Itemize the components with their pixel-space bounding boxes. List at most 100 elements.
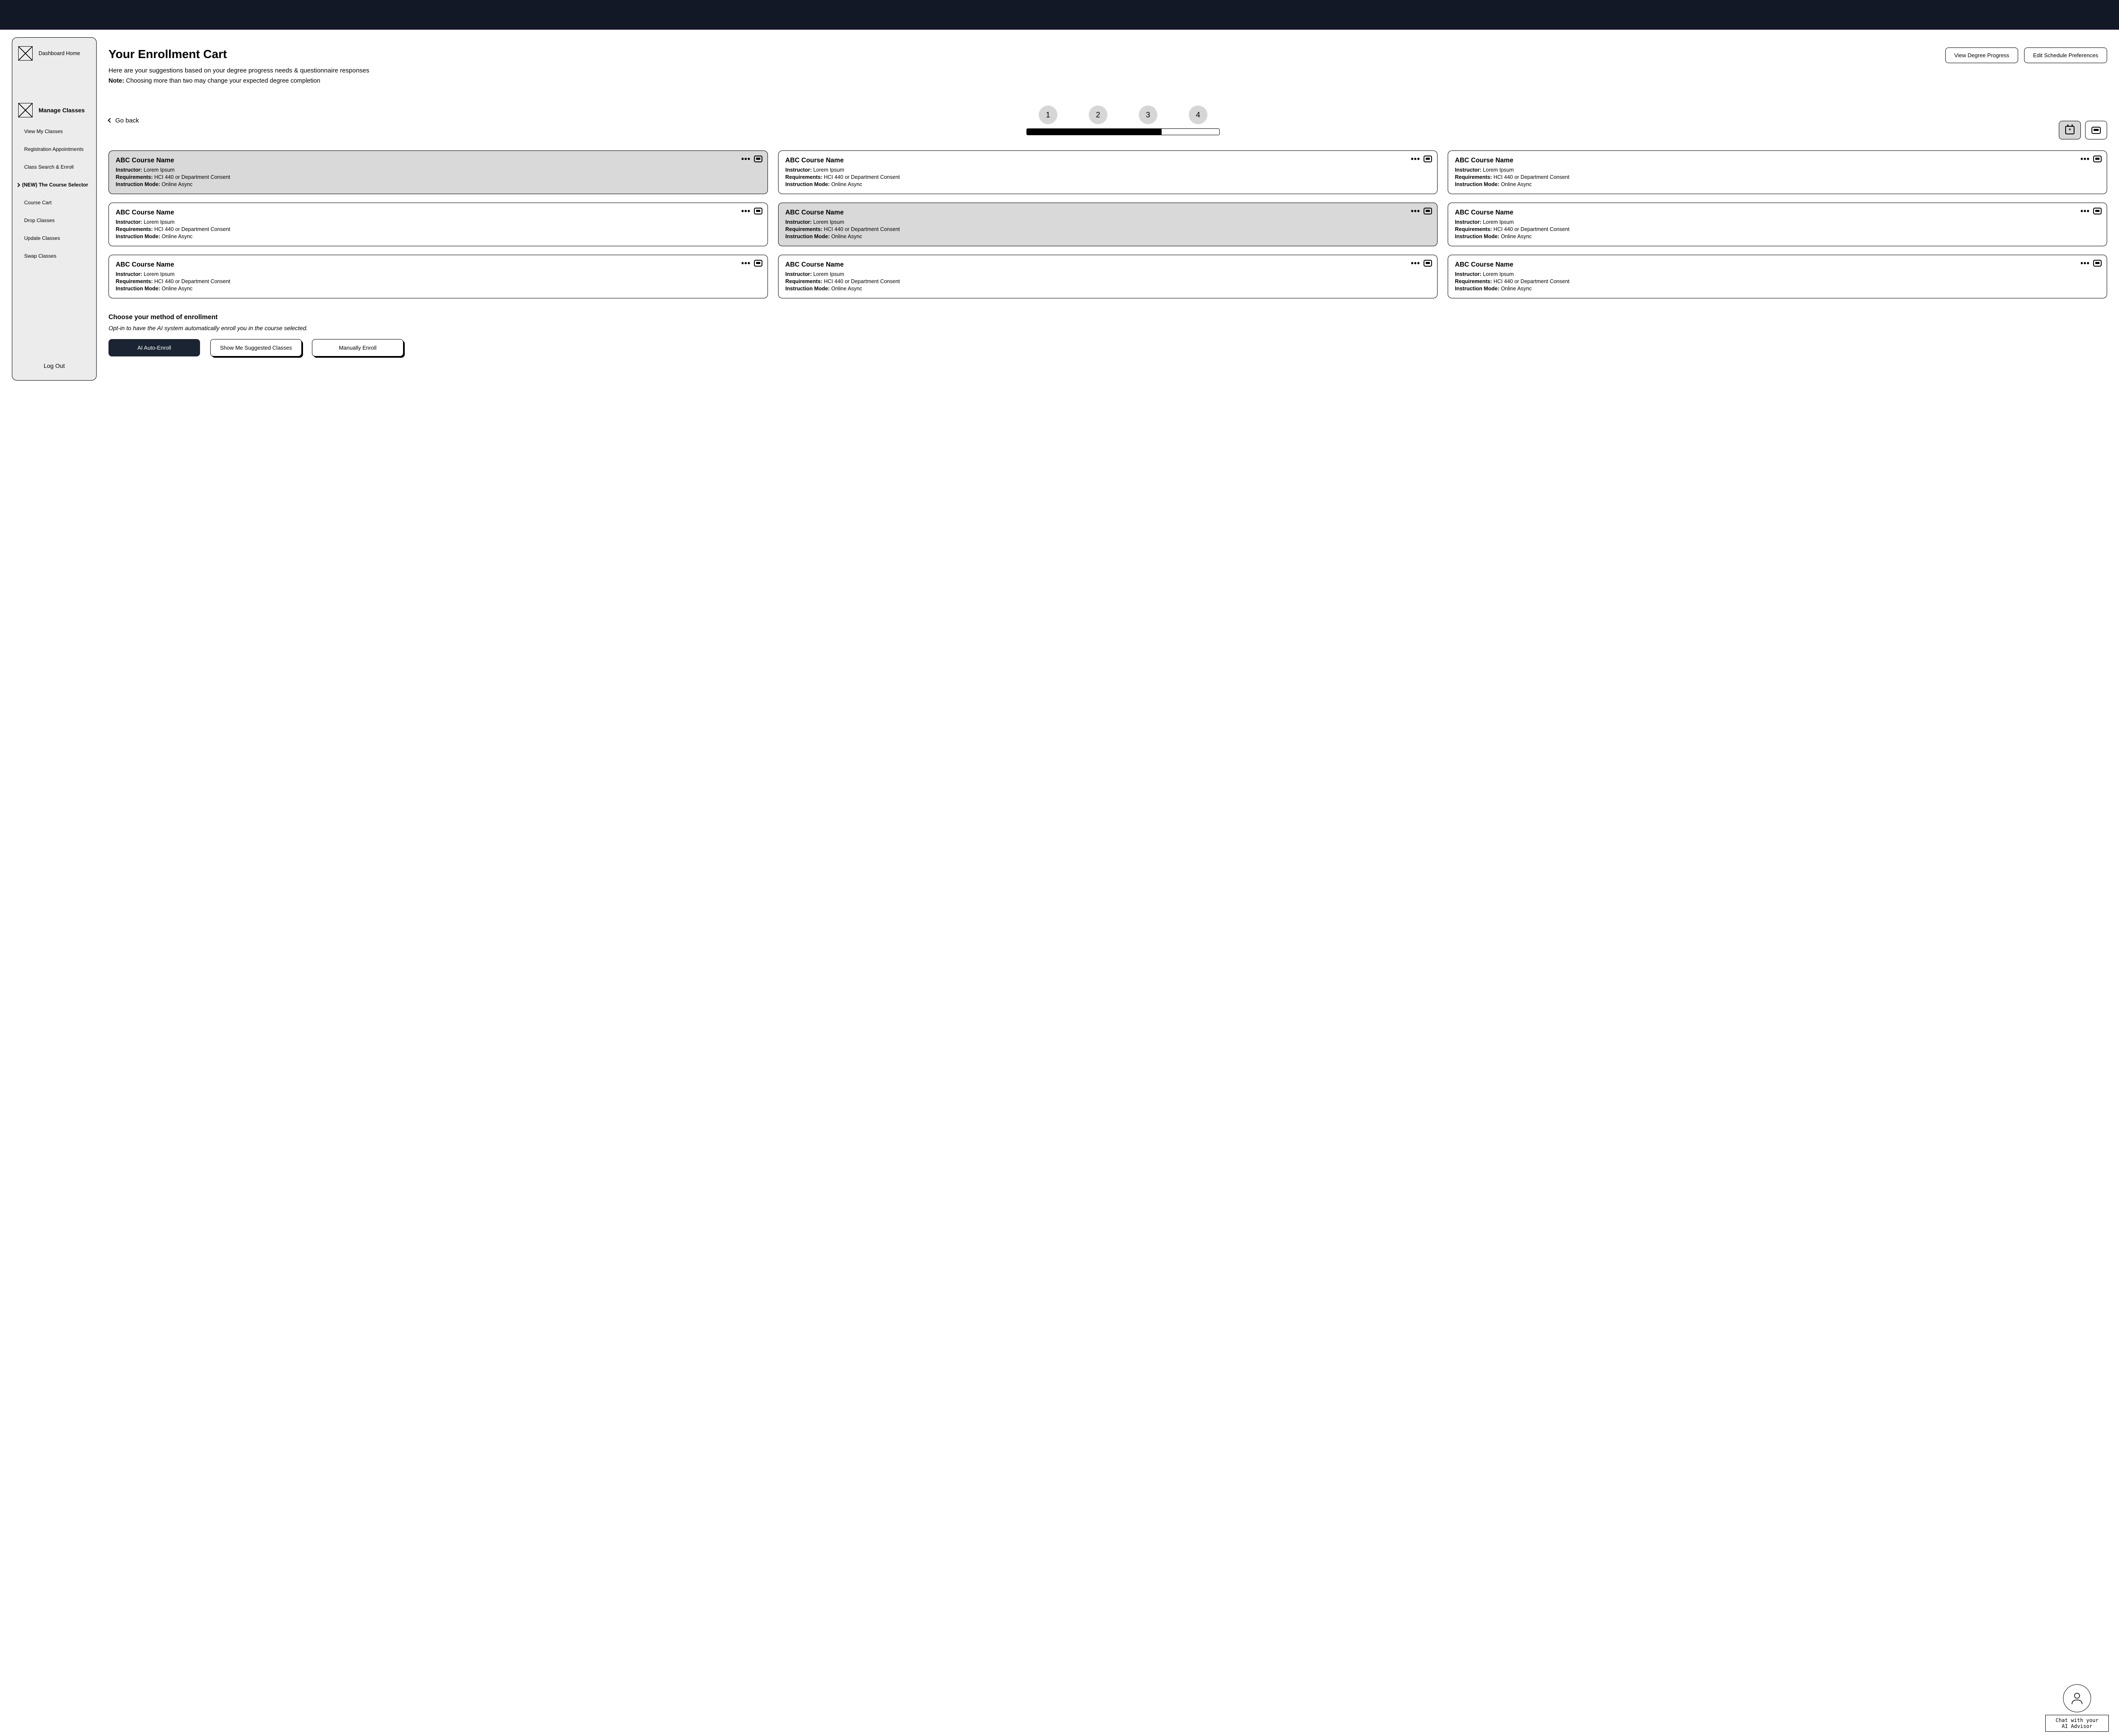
sidebar-sub-item[interactable]: Drop Classes — [24, 217, 90, 223]
more-icon[interactable]: ••• — [1411, 207, 1420, 215]
calendar-view-toggle[interactable] — [2059, 121, 2081, 139]
course-title: ABC Course Name — [1455, 209, 2100, 217]
course-requirements: Requirements: HCI 440 or Department Cons… — [785, 278, 1430, 284]
course-requirements: Requirements: HCI 440 or Department Cons… — [1455, 174, 2100, 180]
course-cards-grid: ••• ABC Course Name Instructor: Lorem Ip… — [108, 150, 2107, 298]
sidebar-sub-item[interactable]: Update Classes — [24, 235, 90, 241]
more-icon[interactable]: ••• — [2080, 155, 2090, 163]
person-icon — [2069, 1691, 2085, 1706]
sidebar-item-dashboard[interactable]: Dashboard Home — [18, 46, 90, 61]
course-mode: Instruction Mode: Online Async — [785, 234, 1430, 239]
course-card[interactable]: ••• ABC Course Name Instructor: Lorem Ip… — [1448, 150, 2107, 194]
course-requirements: Requirements: HCI 440 or Department Cons… — [1455, 226, 2100, 232]
course-title: ABC Course Name — [116, 261, 761, 269]
sidebar-sub-item[interactable]: (NEW) The Course Selector — [17, 182, 90, 188]
chat-label[interactable]: Chat with yourAI Advisor — [2045, 1715, 2109, 1732]
top-bar — [0, 0, 2119, 30]
go-back-link[interactable]: Go back — [108, 117, 139, 124]
card-icon[interactable] — [754, 260, 762, 267]
course-title: ABC Course Name — [785, 261, 1430, 269]
sidebar-label-manage: Manage Classes — [39, 107, 85, 114]
card-icon[interactable] — [2093, 156, 2102, 162]
course-mode: Instruction Mode: Online Async — [785, 181, 1430, 187]
more-icon[interactable]: ••• — [2080, 207, 2090, 215]
enroll-subheading: Opt-in to have the AI system automatical… — [108, 325, 2107, 331]
sidebar-label-dashboard: Dashboard Home — [39, 50, 80, 56]
ai-auto-enroll-button[interactable]: AI Auto-Enroll — [108, 339, 200, 356]
sidebar-item-manage[interactable]: Manage Classes — [18, 103, 90, 117]
sidebar-sub-item[interactable]: Class Search & Enroll — [24, 164, 90, 170]
course-card[interactable]: ••• ABC Course Name Instructor: Lorem Ip… — [1448, 203, 2107, 246]
course-mode: Instruction Mode: Online Async — [785, 286, 1430, 292]
course-card[interactable]: ••• ABC Course Name Instructor: Lorem Ip… — [108, 203, 768, 246]
course-card[interactable]: ••• ABC Course Name Instructor: Lorem Ip… — [778, 150, 1438, 194]
edit-schedule-preferences-button[interactable]: Edit Schedule Preferences — [2024, 47, 2107, 63]
chat-widget: Chat with yourAI Advisor — [2045, 1684, 2109, 1732]
course-instructor: Instructor: Lorem Ipsum — [1455, 167, 2100, 173]
sidebar-sub-item[interactable]: Course Cart — [24, 200, 90, 206]
more-icon[interactable]: ••• — [741, 259, 751, 267]
sidebar-sub-item[interactable]: Registration Appointments — [24, 146, 90, 152]
course-requirements: Requirements: HCI 440 or Department Cons… — [1455, 278, 2100, 284]
sidebar-submenu: View My Classes Registration Appointments… — [12, 128, 96, 259]
more-icon[interactable]: ••• — [1411, 259, 1420, 267]
card-icon[interactable] — [1424, 156, 1432, 162]
course-mode: Instruction Mode: Online Async — [116, 286, 761, 292]
page-title: Your Enrollment Cart — [108, 47, 369, 61]
course-card[interactable]: ••• ABC Course Name Instructor: Lorem Ip… — [1448, 255, 2107, 298]
course-instructor: Instructor: Lorem Ipsum — [785, 219, 1430, 225]
enroll-heading: Choose your method of enrollment — [108, 314, 2107, 321]
course-card[interactable]: ••• ABC Course Name Instructor: Lorem Ip… — [778, 203, 1438, 246]
show-suggested-classes-button[interactable]: Show Me Suggested Classes — [210, 339, 302, 356]
more-icon[interactable]: ••• — [741, 155, 751, 163]
course-mode: Instruction Mode: Online Async — [1455, 181, 2100, 187]
more-icon[interactable]: ••• — [1411, 155, 1420, 163]
course-requirements: Requirements: HCI 440 or Department Cons… — [116, 174, 761, 180]
card-icon[interactable] — [754, 208, 762, 214]
placeholder-icon — [18, 46, 33, 61]
course-instructor: Instructor: Lorem Ipsum — [785, 271, 1430, 277]
course-instructor: Instructor: Lorem Ipsum — [116, 271, 761, 277]
card-view-toggle[interactable] — [2085, 121, 2107, 139]
view-degree-progress-button[interactable]: View Degree Progress — [1945, 47, 2018, 63]
card-icon[interactable] — [1424, 260, 1432, 267]
course-card[interactable]: ••• ABC Course Name Instructor: Lorem Ip… — [778, 255, 1438, 298]
progress-fill — [1027, 129, 1162, 135]
sidebar-sub-item[interactable]: View My Classes — [24, 128, 90, 134]
course-title: ABC Course Name — [1455, 261, 2100, 269]
sidebar-sub-item[interactable]: Swap Classes — [24, 253, 90, 259]
course-mode: Instruction Mode: Online Async — [1455, 286, 2100, 292]
card-icon[interactable] — [1424, 208, 1432, 214]
step-circle[interactable]: 1 — [1039, 106, 1057, 124]
course-card[interactable]: ••• ABC Course Name Instructor: Lorem Ip… — [108, 255, 768, 298]
course-requirements: Requirements: HCI 440 or Department Cons… — [116, 226, 761, 232]
course-instructor: Instructor: Lorem Ipsum — [1455, 271, 2100, 277]
card-icon[interactable] — [2093, 260, 2102, 267]
course-instructor: Instructor: Lorem Ipsum — [116, 219, 761, 225]
course-title: ABC Course Name — [1455, 157, 2100, 164]
manually-enroll-button[interactable]: Manually Enroll — [312, 339, 403, 356]
course-requirements: Requirements: HCI 440 or Department Cons… — [785, 226, 1430, 232]
sidebar-logout[interactable]: Log Out — [12, 354, 96, 372]
step-circle[interactable]: 3 — [1139, 106, 1157, 124]
calendar-plus-icon — [2065, 126, 2075, 134]
more-icon[interactable]: ••• — [741, 207, 751, 215]
step-circle[interactable]: 2 — [1089, 106, 1107, 124]
chevron-left-icon — [108, 118, 112, 122]
more-icon[interactable]: ••• — [2080, 259, 2090, 267]
page-subtitle: Here are your suggestions based on your … — [108, 67, 369, 74]
card-icon[interactable] — [754, 156, 762, 162]
main-content: Your Enrollment Cart Here are your sugge… — [108, 37, 2107, 381]
chat-avatar[interactable] — [2063, 1684, 2091, 1712]
placeholder-icon — [18, 103, 33, 117]
course-instructor: Instructor: Lorem Ipsum — [785, 167, 1430, 173]
go-back-label: Go back — [115, 117, 139, 124]
course-title: ABC Course Name — [116, 157, 761, 164]
course-card[interactable]: ••• ABC Course Name Instructor: Lorem Ip… — [108, 150, 768, 194]
step-circle[interactable]: 4 — [1189, 106, 1207, 124]
course-instructor: Instructor: Lorem Ipsum — [116, 167, 761, 173]
course-requirements: Requirements: HCI 440 or Department Cons… — [785, 174, 1430, 180]
course-title: ABC Course Name — [785, 157, 1430, 164]
progress-bar — [1026, 128, 1220, 135]
card-icon[interactable] — [2093, 208, 2102, 214]
